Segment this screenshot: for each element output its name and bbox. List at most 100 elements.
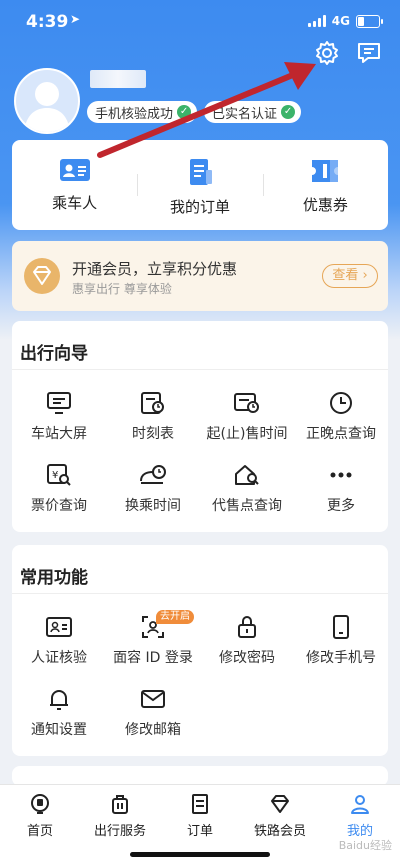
tab-label: 订单 (186, 824, 213, 839)
grid-label: 代售点查询 (212, 498, 282, 514)
grid-label: 起(止)售时间 (206, 426, 288, 442)
membership-subtitle: 惠享出行 尊享体验 (72, 282, 172, 296)
status-bar: 4:39 ➤ 4G (0, 0, 400, 46)
realname-verified-badge: 已实名认证 ✓ (204, 101, 302, 123)
grid-label: 车站大屏 (31, 426, 87, 442)
clock-icon (330, 392, 352, 414)
status-time: 4:39 (26, 12, 69, 32)
membership-title: 开通会员，立享积分优惠 (72, 260, 238, 278)
grid-label: 票价查询 (31, 498, 87, 514)
agency-search-icon (235, 465, 259, 485)
id-verify-item[interactable]: 人证核验 (12, 615, 106, 667)
grid-label: 修改手机号 (306, 650, 376, 666)
user-silhouette-icon (24, 82, 70, 132)
check-icon: ✓ (177, 105, 192, 119)
change-password-item[interactable]: 修改密码 (200, 615, 294, 667)
membership-banner[interactable]: 开通会员，立享积分优惠 惠享出行 尊享体验 查看 › (12, 241, 388, 311)
home-train-icon (31, 794, 49, 814)
grid-label: 换乘时间 (125, 498, 181, 514)
timetable-item[interactable]: 时刻表 (106, 391, 200, 443)
badge-label: 手机核验成功 (95, 106, 174, 122)
tab-label: 出行服务 (93, 824, 146, 839)
location-arrow-icon: ➤ (70, 12, 81, 26)
quick-actions-card: 乘车人 我的订单 优惠券 (12, 140, 388, 230)
sale-time-icon (234, 393, 259, 413)
network-type: 4G (331, 14, 350, 28)
membership-diamond-icon (24, 258, 60, 294)
diamond-icon (271, 795, 289, 813)
phone-icon (333, 615, 349, 639)
common-functions-section: 常用功能 人证核验 去开启 面容 ID 登录 修改密码 修改手机号 通知设置 修… (12, 545, 388, 756)
order-doc-icon (189, 159, 212, 185)
station-screen-item[interactable]: 车站大屏 (12, 391, 106, 443)
grid-label: 正晚点查询 (306, 426, 376, 442)
check-icon: ✓ (281, 105, 296, 119)
notification-settings-item[interactable]: 通知设置 (12, 687, 106, 739)
tab-mine[interactable]: 我的 (320, 793, 400, 839)
passenger-button[interactable]: 乘车人 (12, 140, 137, 230)
passenger-card-icon (59, 159, 90, 181)
transfer-time-icon (140, 465, 166, 484)
avatar[interactable] (14, 68, 80, 134)
tab-label: 首页 (26, 824, 53, 839)
status-indicators: 4G (307, 14, 383, 28)
battery-icon (356, 14, 383, 28)
enable-tag: 去开启 (156, 610, 194, 624)
phone-verified-badge: 手机核验成功 ✓ (87, 101, 198, 123)
order-list-icon (192, 794, 208, 814)
sale-time-item[interactable]: 起(止)售时间 (200, 391, 294, 443)
more-dots-icon (330, 472, 352, 478)
timetable-icon (141, 392, 164, 414)
lock-icon (238, 616, 256, 638)
view-membership-button[interactable]: 查看 › (322, 264, 378, 288)
view-label: 查看 (332, 268, 359, 283)
tab-railway-member[interactable]: 铁路会员 (240, 793, 320, 839)
divider (12, 593, 388, 594)
grid-label: 更多 (327, 498, 355, 514)
change-email-item[interactable]: 修改邮箱 (106, 687, 200, 739)
tab-home[interactable]: 首页 (0, 793, 80, 839)
id-card-icon (46, 617, 72, 637)
quick-label: 优惠券 (302, 196, 348, 214)
bell-icon (50, 690, 68, 710)
bottom-tab-bar: 首页 出行服务 订单 铁路会员 我的 Baidu经验 (0, 784, 400, 865)
grid-label: 修改密码 (219, 650, 275, 666)
tab-label: 铁路会员 (253, 824, 306, 839)
section-title: 常用功能 (20, 568, 88, 588)
my-orders-button[interactable]: 我的订单 (137, 140, 262, 230)
face-id-login-item[interactable]: 去开启 面容 ID 登录 (106, 610, 200, 667)
section-title: 出行向导 (20, 344, 88, 364)
more-item[interactable]: 更多 (294, 463, 388, 515)
travel-guide-section: 出行向导 车站大屏 时刻表 起(止)售时间 正晚点查询 ¥ 票价查询 换乘时间 … (12, 321, 388, 532)
coupon-icon (312, 160, 339, 182)
grid-label: 面容 ID 登录 (113, 650, 193, 666)
tab-travel-service[interactable]: 出行服务 (80, 793, 160, 839)
person-icon (351, 795, 369, 814)
grid-label: 人证核验 (31, 650, 87, 666)
next-section-peek (12, 766, 388, 786)
fare-query-item[interactable]: ¥ 票价查询 (12, 463, 106, 515)
delay-query-item[interactable]: 正晚点查询 (294, 391, 388, 443)
settings-gear-icon[interactable] (314, 40, 340, 66)
message-icon[interactable] (356, 40, 382, 66)
transfer-time-item[interactable]: 换乘时间 (106, 463, 200, 515)
fare-query-icon: ¥ (47, 464, 71, 486)
mail-icon (141, 690, 165, 708)
grid-label: 时刻表 (132, 426, 174, 442)
quick-label: 乘车人 (52, 194, 98, 212)
change-phone-item[interactable]: 修改手机号 (294, 615, 388, 667)
station-screen-icon (47, 392, 71, 414)
chevron-right-icon: › (358, 268, 368, 283)
coupon-button[interactable]: 优惠券 (262, 140, 388, 230)
quick-label: 我的订单 (169, 198, 230, 216)
watermark: Baidu经验 (338, 839, 392, 852)
grid-label: 修改邮箱 (125, 722, 181, 738)
divider (12, 369, 388, 370)
luggage-icon (112, 795, 128, 814)
badge-label: 已实名认证 (212, 106, 278, 122)
username-redacted (90, 70, 146, 88)
grid-label: 通知设置 (31, 722, 87, 738)
home-indicator (130, 852, 270, 857)
tab-orders[interactable]: 订单 (160, 793, 240, 839)
agency-search-item[interactable]: 代售点查询 (200, 463, 294, 515)
